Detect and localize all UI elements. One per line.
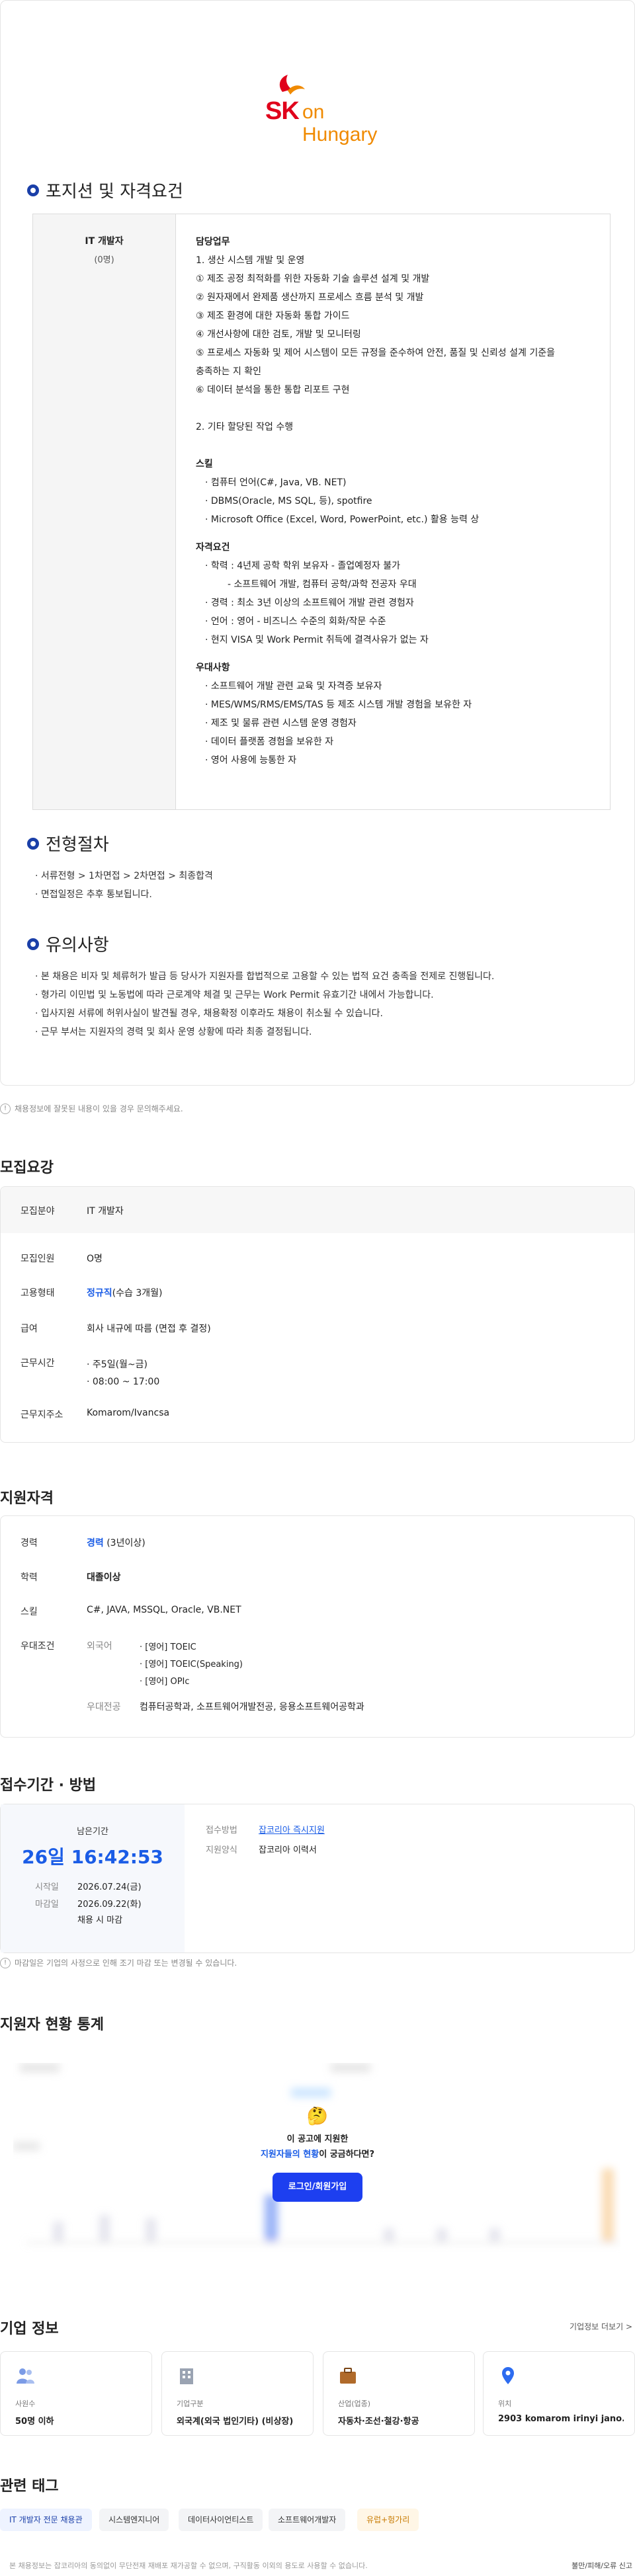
position-name-cell: IT 개발자 (0명) [33, 214, 176, 809]
company-info-card-location: 위치 2903 komarom irinyi jano... [483, 2351, 635, 2436]
recruit-title: 모집요강 [0, 1160, 54, 1176]
requirement-line: · 언어 : 영어 - 비즈니스 수준의 회화/작문 수준 [205, 616, 386, 627]
deadline-note: ! 마감일은 기업의 사정으로 인해 조기 마감 또는 변경될 수 있습니다. [0, 1957, 237, 1968]
skill-line: · DBMS(Oracle, MS SQL, 등), spotfire [205, 496, 372, 506]
company-info-card-employees: 사원수 50명 이하 [0, 2351, 152, 2436]
process-text: · 서류전형 > 1차면접 > 2차면접 > 최종합격 · 면접일정은 추후 통… [35, 871, 213, 900]
company-more-link[interactable]: 기업정보 더보기 > [570, 2321, 632, 2332]
skills-title: 스킬 [196, 459, 213, 469]
skill-line: · 컴퓨터 언어(C#, Java, VB. NET) [205, 477, 347, 488]
duty-line: ② 원자재에서 완제품 생산까지 프로세스 흐름 분석 및 개발 [196, 292, 424, 303]
duty-line: 1. 생산 시스템 개발 및 운영 [196, 255, 305, 266]
map-pin-icon [502, 2367, 514, 2384]
notice-section-title: 유의사항 [27, 932, 109, 956]
stats-login-overlay: 🤔 이 공고에 지원한 지원자들의 현황이 궁금하다면? 로그인/회원가입 [251, 2107, 384, 2202]
preference-line: · 소프트웨어 개발 관련 교육 및 자격증 보유자 [205, 681, 382, 692]
position-table: IT 개발자 (0명) 담당업무 1. 생산 시스템 개발 및 운영 ① 제조 … [32, 214, 611, 810]
tag-item[interactable]: 시스템엔지니어 [99, 2509, 169, 2531]
tag-item[interactable]: 소프트웨어개발자 [269, 2509, 346, 2531]
countdown: 26일 16:42:53 [22, 1846, 163, 1868]
tag-item[interactable]: IT 개발자 전문 채용관 [0, 2509, 92, 2531]
requirements-title: 자격요건 [196, 542, 230, 553]
info-icon: ! [0, 1103, 11, 1114]
duty-line: ③ 제조 환경에 대한 자동화 통합 가이드 [196, 311, 350, 321]
page: SK on Hungary 포지션 및 자격요건 IT 개발자 (0명) 담당업… [0, 0, 635, 2576]
duty-line: 충족하는 지 확인 [196, 366, 262, 377]
requirement-line: - 소프트웨어 개발, 컴퓨터 공학/과학 전공자 우대 [228, 579, 417, 590]
skill-line: · Microsoft Office (Excel, Word, PowerPo… [205, 514, 480, 525]
duty-line: ① 제조 공정 최적화를 위한 자동화 기술 솔루션 설계 및 개발 [196, 274, 430, 284]
deadline-title: 접수기간 · 방법 [0, 1777, 97, 1794]
process-section-title: 전형절차 [27, 831, 109, 856]
requirement-line: · 경력 : 최소 3년 이상의 소프트웨어 개발 관련 경험자 [205, 598, 414, 608]
preferences-title: 우대사항 [196, 663, 230, 673]
requirement-line: · 학력 : 4년제 공학 학위 보유자 - 졸업예정자 불가 [205, 561, 401, 571]
duty-line: ⑥ 데이터 분석을 통한 통합 리포트 구현 [196, 385, 350, 395]
section-bullet-icon [27, 938, 39, 950]
job-title: IT 개발자 [85, 236, 124, 247]
duty-line: ④ 개선사항에 대한 검토, 개발 및 모니터링 [196, 329, 361, 340]
position-section-title: 포지션 및 자격요건 [27, 178, 183, 202]
report-link[interactable]: 불만/피해/오류 신고 [572, 2560, 632, 2571]
job-count: (0명) [94, 255, 114, 265]
company-info-title: 기업 정보 [0, 2321, 59, 2337]
tag-item[interactable]: 유럽+헝가리 [357, 2509, 419, 2531]
preference-line: · 영어 사용에 능통한 자 [205, 755, 297, 766]
job-detail-card: SK on Hungary 포지션 및 자격요건 IT 개발자 (0명) 담당업… [0, 0, 635, 1086]
company-info-card-industry: 산업(업종) 자동차·조선·철강·항공 [323, 2351, 475, 2436]
info-icon: ! [0, 1957, 11, 1968]
logo-name-text: on Hungary [302, 101, 378, 145]
duty-line: ⑤ 프로세스 자동화 및 제어 시스템이 모든 규정을 준수하여 안전, 품질 … [196, 348, 555, 358]
employment-type: 정규직 [87, 1288, 112, 1299]
preference-line: · 제조 및 물류 관련 시스템 운영 경험자 [205, 718, 357, 729]
qualification-title: 지원자격 [0, 1490, 54, 1507]
deadline-countdown-panel: 남은기간 26일 16:42:53 시작일 2026.07.24(금) 마감일 … [1, 1804, 185, 1952]
tag-item[interactable]: 데이터사이언티스트 [179, 2509, 263, 2531]
requirement-line: · 현지 VISA 및 Work Permit 취득에 결격사유가 없는 자 [205, 635, 429, 645]
stats-title: 지원자 현황 통계 [0, 2017, 104, 2033]
tags-title: 관련 태그 [0, 2478, 59, 2495]
recruit-table: 모집분야 IT 개발자 모집인원 O명 고용형태 정규직(수습 3개월) 급여 회사 내… [0, 1186, 635, 1443]
people-icon [17, 2368, 34, 2384]
logo-sk-text: SK [265, 97, 300, 125]
deadline-box: 남은기간 26일 16:42:53 시작일 2026.07.24(금) 마감일 … [0, 1804, 635, 1953]
duty-extra: 2. 기타 할당된 작업 수행 [196, 422, 294, 432]
notice-text: · 본 채용은 비자 및 체류허가 발급 등 당사가 지원자를 합법적으로 고용… [35, 971, 495, 1037]
building-icon [180, 2368, 193, 2384]
section-bullet-icon [27, 837, 39, 850]
preference-line: · 데이터 플랫폼 경험을 보유한 자 [205, 737, 334, 747]
company-info-card-type: 기업구분 외국계(외국 법인기타) (비상장) [161, 2351, 314, 2436]
login-signup-button[interactable]: 로그인/회원가입 [273, 2173, 362, 2202]
duties-title: 담당업무 [196, 237, 230, 247]
report-error-note[interactable]: ! 채용정보에 잘못된 내용이 있을 경우 문의해주세요. [0, 1103, 183, 1114]
company-logo: SK on Hungary [265, 67, 391, 145]
position-description: 담당업무 1. 생산 시스템 개발 및 운영 ① 제조 공정 최적화를 위한 자… [196, 233, 593, 770]
preference-line: · MES/WMS/RMS/EMS/TAS 등 제조 시스템 개발 경험을 보유… [205, 700, 472, 710]
thinking-face-icon: 🤔 [306, 2107, 329, 2126]
section-bullet-icon [27, 184, 39, 196]
qualification-table: 경력 경력 (3년이상) 학력 대졸이상 스킬 C#, JAVA, MSSQL, Or… [0, 1515, 635, 1738]
briefcase-icon [340, 2368, 356, 2384]
apply-method-link[interactable]: 잡코리아 즉시지원 [259, 1823, 325, 1835]
